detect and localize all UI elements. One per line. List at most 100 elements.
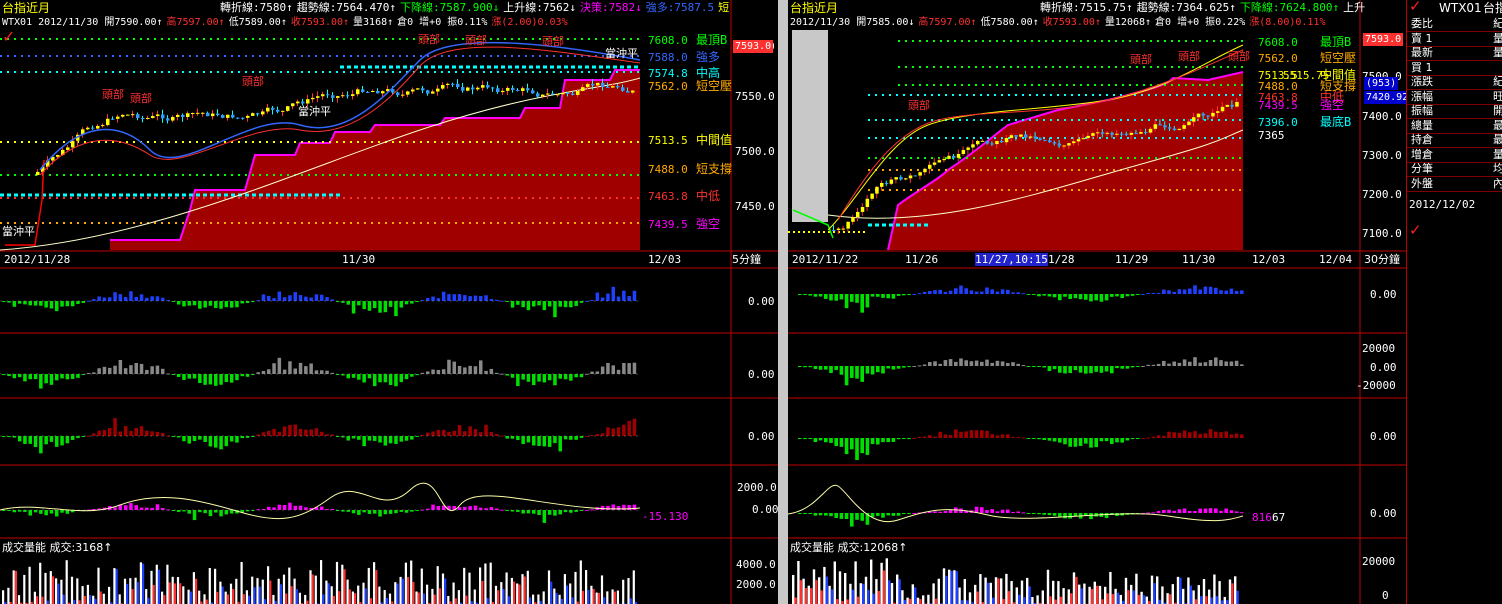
left-candle <box>526 88 530 91</box>
check-icon[interactable]: ✓ <box>2 29 15 45</box>
right-ind1-bar <box>1021 293 1026 295</box>
left-ind1-bar <box>558 301 562 307</box>
right-ind4-bar <box>834 513 838 518</box>
right-ind2-bar <box>1058 366 1062 373</box>
left-ind2-bar <box>139 363 144 374</box>
right-ind1-bar <box>808 294 812 296</box>
left-candle <box>331 95 335 98</box>
right-volume-bar <box>1059 596 1062 604</box>
right-ind4-bar <box>1042 513 1046 515</box>
right-chart-pane[interactable]: 台指近月 轉折線:7515.75↑ 趨勢線:7364.625↑ 下降線:7624.8… <box>788 0 1406 604</box>
left-ind4-bar <box>373 510 377 514</box>
left-volume-bar <box>229 583 233 604</box>
left-ind4-bar <box>134 505 138 510</box>
left-ind4-bar <box>479 507 483 510</box>
right-header-item-3: 上升 <box>1343 1 1366 14</box>
left-candle <box>511 87 515 90</box>
left-interval-label[interactable]: 5分鐘 <box>732 253 761 266</box>
left-ind3-bar <box>2 436 6 437</box>
right-ind2-bar <box>1229 361 1234 366</box>
right-candle <box>1072 141 1076 144</box>
left-ind2-bar <box>214 374 218 386</box>
right-ind3-bar <box>1240 434 1244 438</box>
right-ind2-bar <box>1104 366 1109 372</box>
right-ind4-bar <box>1203 508 1208 513</box>
right-ind2-bar <box>844 366 849 386</box>
left-volume-bar <box>558 594 561 604</box>
left-volume-bar <box>473 589 476 604</box>
right-candle <box>961 149 966 154</box>
quote-row-0[interactable]: 委比 紀 <box>1407 17 1502 32</box>
quote-row-7[interactable]: 總量 最 <box>1407 119 1502 134</box>
right-ind2-bottom: -20000 <box>1356 379 1396 392</box>
left-volume-bar <box>513 581 516 604</box>
right-volume-bar <box>1026 577 1029 604</box>
left-ind1-bar <box>569 301 573 308</box>
left-candle <box>216 113 220 116</box>
right-ind2-bar <box>1032 366 1036 367</box>
right-chart-canvas[interactable] <box>788 0 1406 604</box>
right-volume-bar <box>1218 581 1221 604</box>
right-ind4-bar <box>870 513 875 517</box>
quote-check-icon-2[interactable]: ✓ <box>1409 223 1422 238</box>
left-ind4-bar <box>176 510 181 512</box>
right-candle <box>1105 132 1110 134</box>
quote-row-11[interactable]: 外盤 內 <box>1407 177 1502 192</box>
right-ind3-bar <box>870 438 875 445</box>
quote-row-2[interactable]: 最新 量 <box>1407 46 1502 61</box>
left-volume-bar <box>65 560 68 604</box>
right-volume-bar <box>880 562 883 604</box>
quote-row-4[interactable]: 漲跌 紀 <box>1407 75 1502 90</box>
pane-splitter[interactable] <box>778 0 788 604</box>
left-ind3-bar <box>600 433 605 436</box>
left-candle <box>201 112 205 114</box>
left-ind2-bar <box>463 367 467 374</box>
left-ind3-bar <box>394 436 398 444</box>
left-ohlc-item-2: 低7589.00↑ <box>228 17 287 28</box>
right-ind3-bar <box>1125 438 1130 441</box>
left-ind2-bar <box>102 366 107 374</box>
right-candle <box>899 177 903 180</box>
quote-row-1[interactable]: 賣 1 量 <box>1407 32 1502 47</box>
left-vol-axis-top: 4000.0 <box>736 558 776 571</box>
quote-row-5[interactable]: 漲幅 旺 <box>1407 90 1502 105</box>
quote-row-6[interactable]: 振幅 開 <box>1407 104 1502 119</box>
right-ind2-bar <box>850 366 854 378</box>
quote-row-10[interactable]: 分筆 均 <box>1407 162 1502 177</box>
left-chart-pane[interactable]: 台指近月 轉折線:7580↑ 趨勢線:7564.470↑ 下降線:7587.900↓… <box>0 0 778 604</box>
quote-row-8[interactable]: 持倉 最 <box>1407 133 1502 148</box>
right-ind1-bar <box>1151 292 1156 294</box>
right-ind3-bar <box>1026 438 1031 439</box>
left-level-price-5: 7488.0 <box>648 163 688 176</box>
left-ind2-bar <box>256 372 260 374</box>
left-candle <box>311 97 315 100</box>
right-volume-bar <box>901 590 904 604</box>
right-ind3-bar <box>1156 435 1161 438</box>
right-ind2-bar <box>990 362 994 366</box>
left-ind4-bar <box>214 510 218 513</box>
quote-row-9[interactable]: 增倉 量 <box>1407 148 1502 163</box>
right-ind3-bar <box>1162 436 1166 438</box>
left-candle <box>556 94 560 96</box>
right-ind4-bar <box>1026 513 1031 514</box>
right-ind3-bar <box>1219 432 1223 438</box>
left-candle <box>586 83 590 88</box>
left-ind1-bar <box>102 297 107 301</box>
right-ind1-bar <box>1073 294 1078 299</box>
left-ind3-bar <box>261 432 266 436</box>
right-ind1-bar <box>1016 292 1020 294</box>
right-interval-label[interactable]: 30分鐘 <box>1364 253 1400 266</box>
right-volume-bar <box>958 587 961 604</box>
quote-row-3[interactable]: 買 1 <box>1407 61 1502 76</box>
left-ind1-bar <box>468 296 472 301</box>
right-ind1-zero: 0.00 <box>1370 288 1397 301</box>
right-ind1-bar <box>798 294 802 295</box>
left-volume-bar <box>528 597 532 604</box>
left-annotation-2: 頭部 <box>242 75 264 88</box>
right-annotation-2: 頭部 <box>1178 50 1200 63</box>
quote-check-icon[interactable]: ✓ <box>1409 0 1422 14</box>
left-ind1-bar <box>261 294 266 301</box>
right-ind1-bar <box>1125 294 1130 297</box>
right-candle <box>1187 121 1191 126</box>
left-ind3-bar <box>585 435 589 437</box>
